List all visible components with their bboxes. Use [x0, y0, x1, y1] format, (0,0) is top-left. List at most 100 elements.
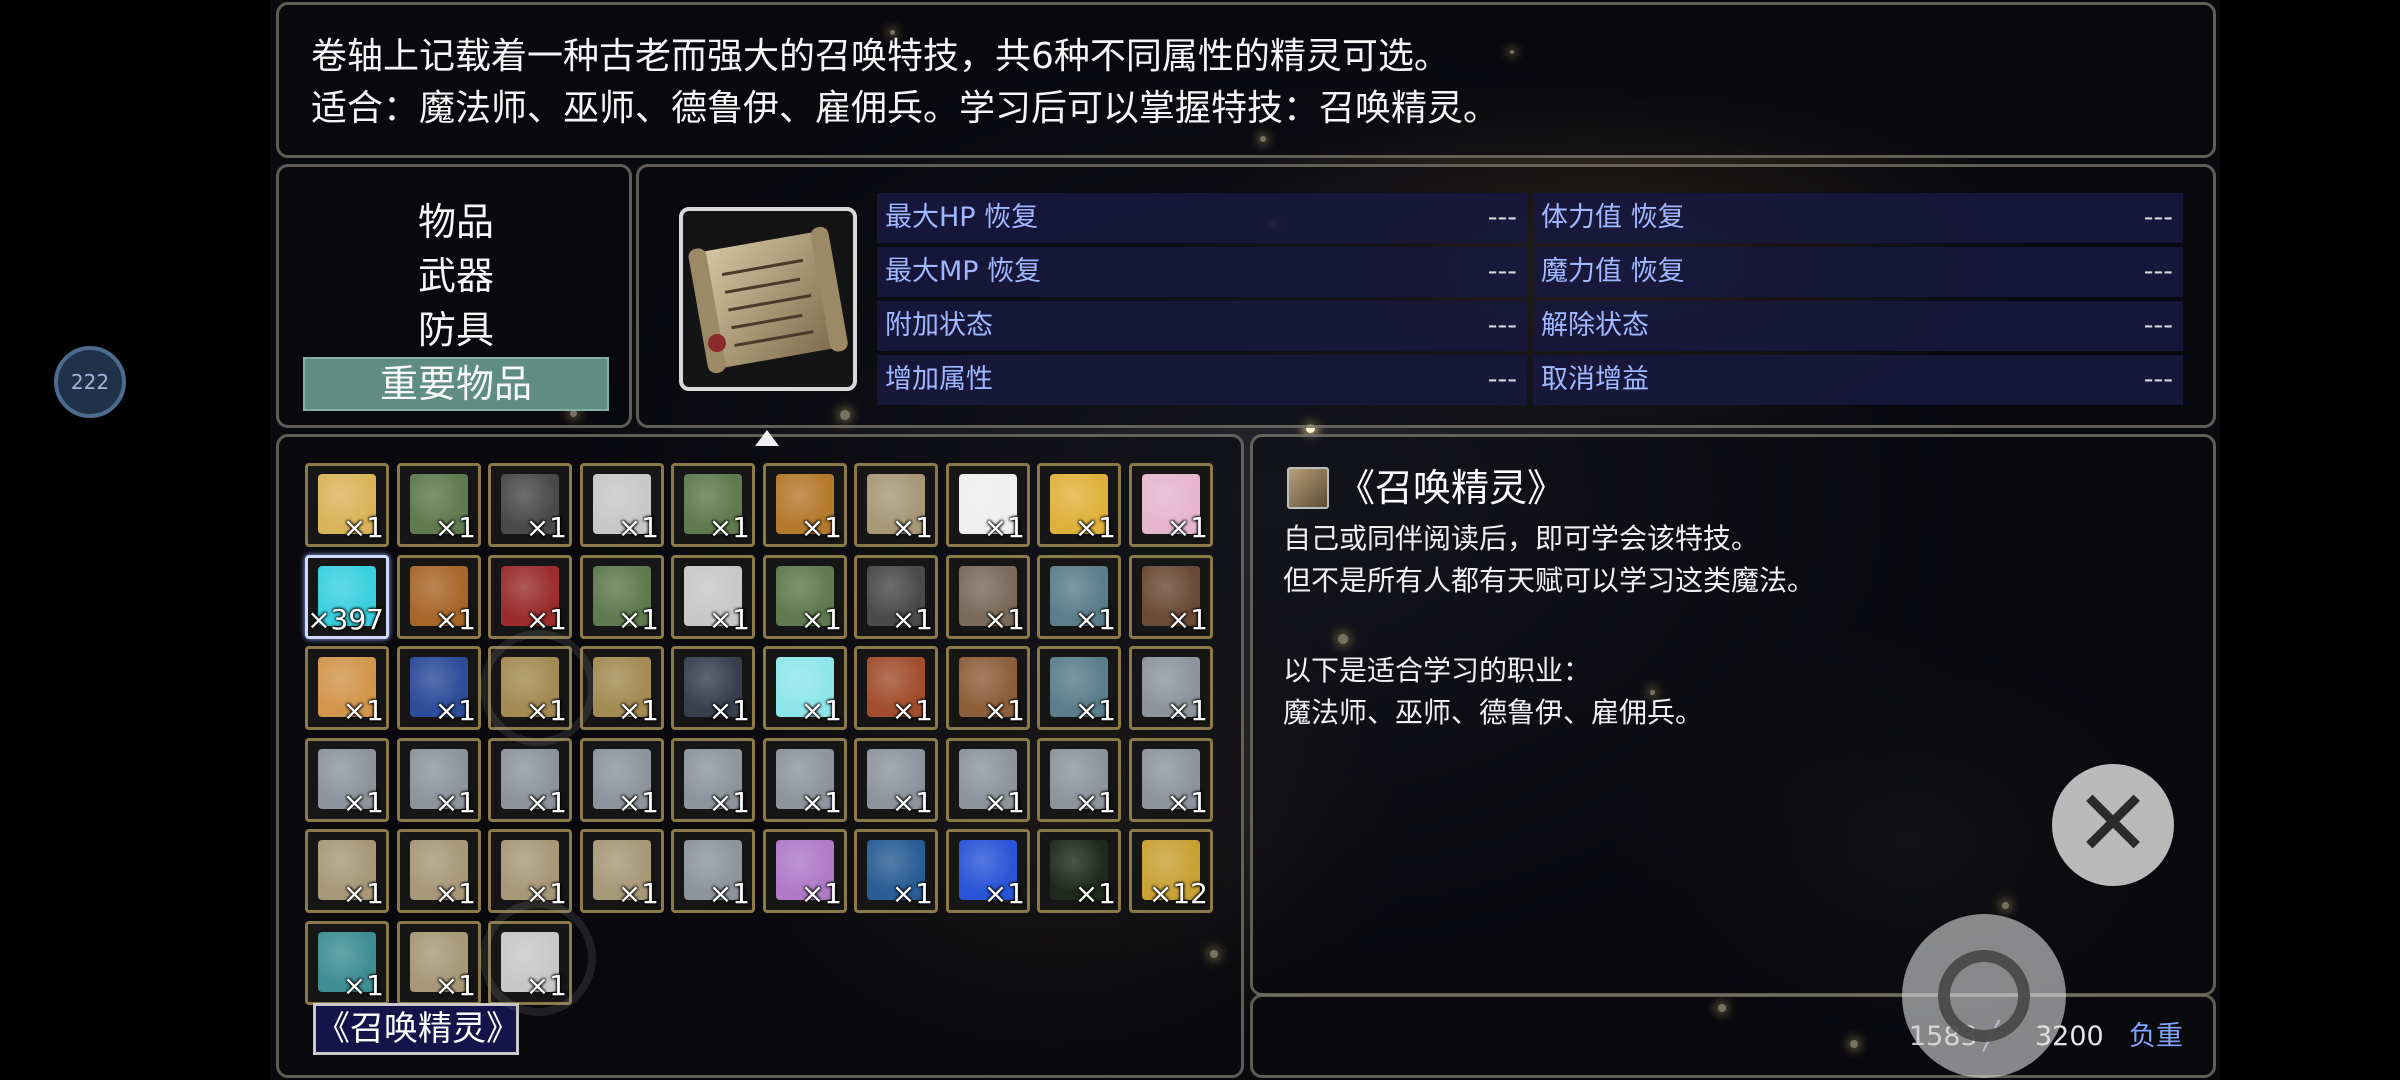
- item-quantity: ×1: [891, 511, 933, 544]
- item-quantity: ×1: [1074, 694, 1116, 727]
- item-quantity: ×1: [708, 694, 750, 727]
- inventory-slot[interactable]: ×1: [305, 921, 389, 1005]
- inventory-slot[interactable]: ×1: [763, 829, 847, 913]
- item-quantity: ×1: [983, 877, 1025, 910]
- inventory-slot[interactable]: ×1: [488, 463, 572, 547]
- item-quantity: ×1: [342, 694, 384, 727]
- inventory-slot[interactable]: ×1: [763, 463, 847, 547]
- item-quantity: ×1: [434, 969, 476, 1002]
- category-items[interactable]: 物品: [303, 195, 609, 249]
- inventory-slot[interactable]: ×1: [305, 738, 389, 822]
- inventory-slot[interactable]: ×1: [1037, 463, 1121, 547]
- scroll-up-arrow-icon[interactable]: [755, 430, 779, 446]
- effect-remove-status: 解除状态 ---: [1533, 301, 2183, 351]
- description-line: 自己或同伴阅读后，即可学会该特技。: [1283, 522, 1760, 555]
- category-menu: 物品 武器 防具 重要物品: [276, 164, 632, 428]
- category-weapons[interactable]: 武器: [303, 249, 609, 303]
- inventory-slot[interactable]: ×1: [854, 555, 938, 639]
- effect-value: ---: [1487, 364, 1517, 395]
- weight-label: 负重: [2129, 1021, 2183, 1052]
- item-quantity: ×1: [800, 511, 842, 544]
- action-button[interactable]: [1902, 914, 2066, 1078]
- inventory-slot[interactable]: ×1: [305, 463, 389, 547]
- effect-label: 附加状态: [885, 310, 993, 341]
- inventory-slot[interactable]: ×1: [854, 646, 938, 730]
- inventory-slot[interactable]: ×12: [1129, 829, 1213, 913]
- inventory-slot[interactable]: ×1: [946, 829, 1030, 913]
- inventory-slot[interactable]: ×1: [1037, 738, 1121, 822]
- inventory-slot[interactable]: ×1: [763, 555, 847, 639]
- category-armor[interactable]: 防具: [303, 303, 609, 357]
- inventory-slot[interactable]: ×1: [946, 646, 1030, 730]
- floating-badge[interactable]: 222: [54, 346, 126, 418]
- item-quantity: ×1: [983, 511, 1025, 544]
- inventory-slot[interactable]: ×1: [397, 555, 481, 639]
- effect-label: 最大MP 恢复: [885, 256, 1042, 287]
- effect-remove-buff: 取消增益 ---: [1533, 355, 2183, 405]
- inventory-slot[interactable]: ×1: [854, 738, 938, 822]
- inventory-slot[interactable]: ×1: [305, 829, 389, 913]
- inventory-slot[interactable]: ×1: [671, 463, 755, 547]
- item-quantity: ×1: [1166, 603, 1208, 636]
- item-quantity: ×1: [891, 877, 933, 910]
- inventory-slot[interactable]: ×1: [946, 555, 1030, 639]
- inventory-slot[interactable]: ×1: [580, 555, 664, 639]
- inventory-slot[interactable]: ×397: [305, 555, 389, 639]
- inventory-slot[interactable]: ×1: [580, 463, 664, 547]
- item-quantity: ×1: [434, 511, 476, 544]
- effect-value: ---: [2143, 202, 2173, 233]
- close-button[interactable]: ✕: [2052, 764, 2174, 886]
- effect-add-attribute: 增加属性 ---: [877, 355, 1527, 405]
- inventory-slot[interactable]: ×1: [763, 646, 847, 730]
- inventory-slot[interactable]: ×1: [305, 646, 389, 730]
- effect-max-mp-recovery: 最大MP 恢复 ---: [877, 247, 1527, 297]
- item-quantity: ×1: [342, 969, 384, 1002]
- inventory-slot[interactable]: ×1: [397, 829, 481, 913]
- effect-value: ---: [1487, 256, 1517, 287]
- inventory-slot[interactable]: ×1: [671, 829, 755, 913]
- item-quantity: ×1: [891, 694, 933, 727]
- inventory-slot[interactable]: ×1: [1037, 646, 1121, 730]
- close-icon: ✕: [2074, 770, 2152, 877]
- inventory-slot[interactable]: ×1: [854, 463, 938, 547]
- inventory-slot[interactable]: ×1: [1129, 463, 1213, 547]
- inventory-slot[interactable]: ×1: [488, 555, 572, 639]
- inventory-slot[interactable]: ×1: [946, 463, 1030, 547]
- inventory-slot[interactable]: ×1: [397, 738, 481, 822]
- inventory-slot[interactable]: ×1: [397, 463, 481, 547]
- effect-label: 增加属性: [885, 364, 993, 395]
- inventory-slot[interactable]: ×1: [1129, 646, 1213, 730]
- inventory-slot[interactable]: ×1: [854, 829, 938, 913]
- item-quantity: ×1: [434, 786, 476, 819]
- inventory-slot[interactable]: ×1: [488, 738, 572, 822]
- item-quantity: ×1: [617, 511, 659, 544]
- item-quantity: ×1: [708, 877, 750, 910]
- description-line: 魔法师、巫师、德鲁伊、雇佣兵。: [1283, 696, 1704, 729]
- weight-panel: 1583 ╱ 3200 负重: [1250, 994, 2216, 1078]
- inventory-slot[interactable]: ×1: [763, 738, 847, 822]
- inventory-slot[interactable]: ×1: [1037, 555, 1121, 639]
- inventory-slot[interactable]: ×1: [1037, 829, 1121, 913]
- inventory-slot[interactable]: ×1: [580, 829, 664, 913]
- inventory-slot[interactable]: ×1: [1129, 555, 1213, 639]
- inventory-slot[interactable]: ×1: [397, 921, 481, 1005]
- category-key-items[interactable]: 重要物品: [303, 357, 609, 411]
- item-quantity: ×1: [800, 786, 842, 819]
- inventory-slot[interactable]: ×1: [580, 738, 664, 822]
- effect-stamina-recovery: 体力值 恢复 ---: [1533, 193, 2183, 243]
- inventory-slot[interactable]: ×1: [397, 646, 481, 730]
- inventory-slot[interactable]: ×1: [671, 555, 755, 639]
- inventory-slot[interactable]: ×1: [1129, 738, 1213, 822]
- item-effects-panel: 最大HP 恢复 --- 体力值 恢复 --- 最大MP 恢复 --- 魔力值 恢…: [636, 164, 2216, 428]
- scroll-icon: [1287, 467, 1329, 509]
- item-quantity: ×1: [983, 603, 1025, 636]
- selected-item-name: 《召唤精灵》: [313, 1003, 520, 1055]
- item-quantity: ×1: [342, 511, 384, 544]
- faint-button-overlay: [480, 900, 596, 1016]
- item-quantity: ×1: [617, 603, 659, 636]
- inventory-slot[interactable]: ×1: [946, 738, 1030, 822]
- effect-label: 最大HP 恢复: [885, 202, 1039, 233]
- inventory-slot[interactable]: ×1: [671, 646, 755, 730]
- inventory-slot[interactable]: ×1: [671, 738, 755, 822]
- item-quantity: ×1: [525, 786, 567, 819]
